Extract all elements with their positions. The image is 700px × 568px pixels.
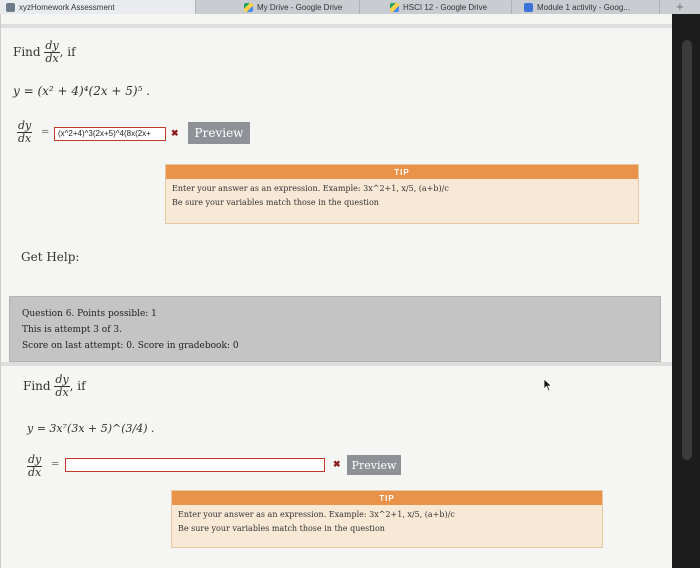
- q5-equation: y = (x² + 4)⁴(2x + 5)⁵ .: [13, 84, 151, 98]
- tip-line-2: Be sure your variables match those in th…: [172, 198, 379, 207]
- tab-my-drive[interactable]: My Drive - Google Drive: [196, 0, 360, 14]
- google-drive-icon: [390, 2, 399, 12]
- tip-header: TIP: [166, 165, 638, 179]
- q6-answer-fraction: dy dx: [27, 453, 43, 479]
- if-label: , if: [69, 379, 86, 393]
- q5-tip-box: TIP Enter your answer as an expression. …: [165, 164, 639, 224]
- tab-xyzhomework[interactable]: xyzHomework Assessment: [0, 0, 196, 14]
- browser-tab-bar: xyzHomework Assessment My Drive - Google…: [0, 0, 700, 14]
- derivative-fraction: dy dx: [54, 373, 70, 399]
- attempt-count: This is attempt 3 of 3.: [22, 325, 122, 335]
- incorrect-mark-icon: ✖: [333, 460, 341, 470]
- incorrect-mark-icon: ✖: [171, 129, 179, 139]
- find-label: Find: [23, 379, 51, 393]
- derivative-fraction: dy dx: [44, 39, 60, 65]
- score-summary: Score on last attempt: 0. Score in grade…: [22, 341, 239, 351]
- divider: [1, 362, 673, 366]
- equals-sign: =: [51, 459, 60, 470]
- q6-prompt: Find dy dx, if: [23, 374, 86, 399]
- points-possible: Question 6. Points possible: 1: [22, 309, 157, 319]
- q6-answer-input[interactable]: [65, 458, 325, 472]
- scrollbar-thumb[interactable]: [682, 40, 692, 460]
- tip-line-2: Be sure your variables match those in th…: [178, 524, 385, 533]
- q5-preview-button[interactable]: Preview: [188, 122, 250, 144]
- q6-tip-box: TIP Enter your answer as an expression. …: [171, 490, 603, 548]
- tip-line-1: Enter your answer as an expression. Exam…: [172, 184, 449, 193]
- q5-answer-input[interactable]: (x^2+4)^3(2x+5)^4(8x(2x+: [54, 127, 166, 141]
- mouse-cursor-icon: [543, 378, 553, 392]
- google-forms-icon: [524, 2, 533, 12]
- tab-label: Module 1 activity - Goog...: [537, 2, 630, 12]
- q5-answer-fraction: dy dx: [17, 119, 33, 145]
- new-tab-button[interactable]: +: [660, 0, 700, 14]
- tab-module-1-activity[interactable]: Module 1 activity - Goog...: [512, 0, 660, 14]
- tip-header: TIP: [172, 491, 602, 505]
- q6-preview-button[interactable]: Preview: [347, 455, 401, 475]
- assessment-page: Find dy dx, if y = (x² + 4)⁴(2x + 5)⁵ . d…: [0, 14, 673, 568]
- tab-label: My Drive - Google Drive: [257, 2, 343, 12]
- divider: [1, 24, 673, 28]
- x-icon: [6, 2, 15, 12]
- tab-label: xyzHomework Assessment: [19, 2, 115, 12]
- tab-hsci-12[interactable]: HSCI 12 - Google Drive: [360, 0, 512, 14]
- q6-equation: y = 3x⁷(3x + 5)^(3/4) .: [27, 422, 155, 435]
- q5-prompt: Find dy dx, if: [13, 40, 76, 65]
- find-label: Find: [13, 45, 41, 59]
- question-6-info-panel: Question 6. Points possible: 1 This is a…: [9, 296, 661, 362]
- google-drive-icon: [244, 2, 253, 12]
- tab-label: HSCI 12 - Google Drive: [403, 2, 488, 12]
- get-help-label: Get Help:: [21, 250, 80, 264]
- equals-sign: =: [41, 127, 50, 138]
- if-label: , if: [59, 45, 76, 59]
- tip-line-1: Enter your answer as an expression. Exam…: [178, 510, 455, 519]
